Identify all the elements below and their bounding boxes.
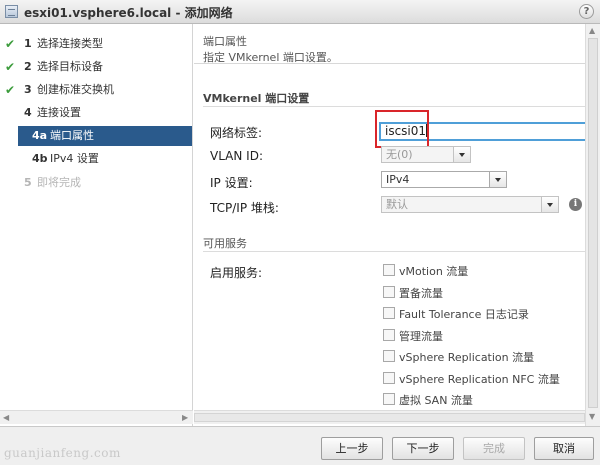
section-description: 指定 VMkernel 端口设置。: [203, 51, 338, 64]
checkbox[interactable]: [383, 329, 395, 341]
step-connection-settings[interactable]: 4 连接设置: [0, 103, 193, 123]
service-label: vSphere Replication 流量: [399, 351, 535, 364]
step-label: 即将完成: [37, 176, 81, 189]
step-create-standard-switch[interactable]: ✔ 3 创建标准交换机: [0, 80, 193, 100]
step-select-connection-type[interactable]: ✔ 1 选择连接类型: [0, 34, 193, 54]
vlan-id-label: VLAN ID:: [210, 149, 263, 163]
back-button[interactable]: 上一步: [321, 437, 383, 460]
scroll-up-icon[interactable]: ▲: [589, 26, 595, 35]
step-number: 4b: [32, 152, 48, 165]
content-panel: 端口属性 指定 VMkernel 端口设置。 VMkernel 端口设置 网络标…: [194, 24, 585, 424]
step-label: 选择连接类型: [37, 37, 103, 50]
section-title: 端口属性: [203, 35, 247, 48]
cancel-button[interactable]: 取消: [534, 437, 594, 460]
scroll-left-icon[interactable]: ◀: [3, 413, 9, 422]
checkbox[interactable]: [383, 372, 395, 384]
step-label: 创建标准交换机: [37, 83, 114, 96]
vmkernel-group-title: VMkernel 端口设置: [203, 92, 310, 105]
step-port-properties[interactable]: 4a 端口属性: [18, 126, 192, 146]
checkbox[interactable]: [383, 393, 395, 405]
step-ipv4-settings[interactable]: 4b IPv4 设置: [0, 149, 193, 169]
scrollbar-thumb[interactable]: [588, 38, 598, 408]
ip-setting-select[interactable]: IPv4: [381, 171, 507, 188]
step-number: 2: [24, 60, 32, 73]
service-label: vSphere Replication NFC 流量: [399, 373, 560, 386]
ip-setting-value: IPv4: [386, 173, 410, 186]
tcpip-stack-value: 默认: [386, 198, 408, 211]
window-icon: [5, 5, 18, 18]
window-title: esxi01.vsphere6.local - 添加网络: [24, 6, 233, 20]
group-divider: [203, 251, 585, 252]
check-icon: ✔: [5, 83, 16, 97]
check-icon: ✔: [5, 60, 16, 74]
step-label: 端口属性: [50, 129, 94, 142]
title-bar: esxi01.vsphere6.local - 添加网络 ?: [0, 0, 600, 24]
group-divider: [203, 106, 585, 107]
tcpip-stack-select[interactable]: 默认: [381, 196, 559, 213]
wizard-steps: ✔ 1 选择连接类型 ✔ 2 选择目标设备 ✔ 3 创建标准交换机 4 连接设置…: [0, 24, 193, 426]
step-label: 选择目标设备: [37, 60, 103, 73]
info-icon[interactable]: i: [569, 198, 582, 211]
step-label: 连接设置: [37, 106, 81, 119]
service-label: 置备流量: [399, 287, 443, 300]
step-number: 4: [24, 106, 32, 119]
service-label: vMotion 流量: [399, 265, 469, 278]
ip-setting-label: IP 设置:: [210, 176, 253, 190]
steps-horizontal-scrollbar[interactable]: ◀ ▶: [0, 410, 193, 424]
tcpip-stack-label: TCP/IP 堆栈:: [210, 201, 279, 215]
checkbox[interactable]: [383, 264, 395, 276]
step-number: 5: [24, 176, 32, 189]
vlan-id-value: 无(0): [386, 148, 413, 161]
watermark: guanjianfeng.com: [4, 446, 121, 460]
wizard-footer: guanjianfeng.com 上一步 下一步 完成 取消: [0, 426, 600, 465]
step-ready-to-complete: 5 即将完成: [0, 173, 193, 193]
chevron-down-icon[interactable]: [453, 147, 470, 162]
vlan-id-select[interactable]: 无(0): [381, 146, 471, 163]
service-label: Fault Tolerance 日志记录: [399, 308, 529, 321]
help-icon[interactable]: ?: [579, 4, 594, 19]
section-header: 端口属性 指定 VMkernel 端口设置。: [194, 24, 585, 64]
check-icon: ✔: [5, 37, 16, 51]
checkbox[interactable]: [383, 350, 395, 362]
step-number: 4a: [32, 129, 48, 142]
scroll-right-icon[interactable]: ▶: [182, 413, 188, 422]
network-label-label: 网络标签:: [210, 126, 263, 140]
vertical-scrollbar[interactable]: ▲ ▼: [585, 24, 600, 426]
step-number: 1: [24, 37, 32, 50]
services-group-title: 可用服务: [203, 237, 247, 250]
step-select-target-device[interactable]: ✔ 2 选择目标设备: [0, 57, 193, 77]
checkbox[interactable]: [383, 307, 395, 319]
step-label: IPv4 设置: [50, 152, 99, 165]
step-number: 3: [24, 83, 32, 96]
enable-services-label: 启用服务:: [210, 266, 263, 280]
checkbox[interactable]: [383, 286, 395, 298]
chevron-down-icon[interactable]: [489, 172, 506, 187]
service-label: 管理流量: [399, 330, 443, 343]
content-horizontal-scrollbar[interactable]: [194, 410, 585, 424]
highlight-box: [375, 110, 429, 148]
finish-button: 完成: [463, 437, 525, 460]
service-label: 虚拟 SAN 流量: [399, 394, 473, 407]
scroll-down-icon[interactable]: ▼: [589, 412, 595, 421]
scrollbar-thumb[interactable]: [194, 413, 585, 422]
next-button[interactable]: 下一步: [392, 437, 454, 460]
chevron-down-icon[interactable]: [541, 197, 558, 212]
